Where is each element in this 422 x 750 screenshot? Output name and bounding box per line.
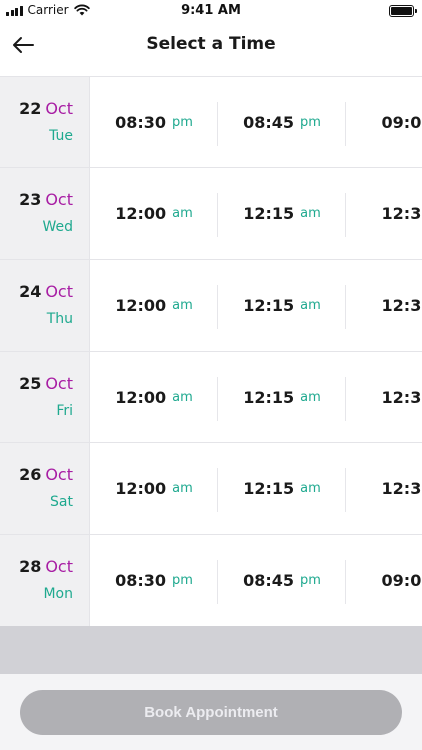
battery-icon (389, 5, 417, 17)
date-label: 28 Oct (19, 557, 73, 576)
weekday-label: Mon (43, 586, 73, 602)
month-label: Oct (45, 557, 73, 576)
date-cell: 26 Oct Sat (0, 443, 90, 534)
date-cell: 24 Oct Thu (0, 260, 90, 351)
slot-time: 08:30 (115, 571, 166, 590)
slot-time: 12:30 (381, 204, 422, 223)
time-slot[interactable]: 12:00 am (90, 443, 218, 534)
time-slot[interactable]: 12:00 am (90, 352, 218, 443)
day-number: 26 (19, 465, 42, 484)
weekday-label: Tue (49, 128, 73, 144)
month-label: Oct (45, 190, 73, 209)
month-label: Oct (45, 374, 73, 393)
slot-period: pm (172, 115, 193, 130)
date-label: 24 Oct (19, 282, 73, 301)
day-row: 25Oct Fri 12:00 am 12:15 am 12:30 (0, 351, 422, 443)
slot-list[interactable]: 12:00 am 12:15 am 12:30 (90, 352, 422, 443)
slot-time: 12:15 (243, 296, 295, 315)
slot-time: 12:15 (243, 204, 295, 223)
time-slot[interactable]: 12:15 am (218, 260, 346, 351)
day-row: 24Oct Thu 12:00 am 12:15 am 12:30 (0, 259, 422, 351)
time-slot[interactable]: 12:30 (346, 260, 422, 351)
date-label: 25 Oct (19, 374, 73, 393)
time-slot[interactable]: 12:15 am (218, 352, 346, 443)
slot-time: 12:00 (115, 388, 167, 407)
weekday-label: Thu (46, 311, 73, 327)
slot-time: 12:00 (115, 296, 167, 315)
slot-list[interactable]: 08:30 pm 08:45 pm 09:00 (90, 77, 422, 168)
page-title: Select a Time (146, 34, 276, 54)
slot-time: 12:15 (243, 388, 295, 407)
nav-bar: Select a Time (0, 22, 422, 76)
slot-period: am (300, 481, 321, 496)
date-cell: 23 Oct Wed (0, 168, 90, 259)
slot-period: am (300, 298, 321, 313)
date-cell: 28 Oct Mon (0, 535, 90, 626)
empty-area (0, 626, 422, 674)
weekday-label: Wed (42, 219, 73, 235)
day-number: 28 (19, 557, 42, 576)
time-slot[interactable]: 12:15 am (218, 168, 346, 259)
day-number: 22 (19, 99, 42, 118)
slot-time: 09:00 (381, 571, 422, 590)
date-cell: 22 Oct Tue (0, 77, 90, 168)
slot-time: 12:30 (381, 388, 422, 407)
slot-time: 12:30 (381, 479, 422, 498)
time-slot[interactable]: 09:00 (346, 535, 422, 626)
slot-period: am (172, 390, 193, 405)
month-label: Oct (45, 282, 73, 301)
slot-period: am (172, 206, 193, 221)
day-row: 26Oct Sat 12:00 am 12:15 am 12:30 (0, 442, 422, 534)
weekday-label: Fri (56, 403, 73, 419)
time-slot[interactable]: 09:00 (346, 77, 422, 168)
time-slot[interactable]: 12:30 (346, 352, 422, 443)
slot-time: 09:00 (381, 113, 422, 132)
slot-time: 12:00 (115, 204, 167, 223)
day-number: 24 (19, 282, 42, 301)
slot-list[interactable]: 12:00 am 12:15 am 12:30 (90, 168, 422, 259)
slot-period: pm (300, 573, 321, 588)
time-slot[interactable]: 08:30 pm (90, 77, 218, 168)
time-slot[interactable]: 12:30 (346, 168, 422, 259)
month-label: Oct (45, 465, 73, 484)
slot-period: pm (300, 115, 321, 130)
time-slot[interactable]: 08:30 pm (90, 535, 218, 626)
date-label: 22 Oct (19, 99, 73, 118)
slot-list[interactable]: 12:00 am 12:15 am 12:30 (90, 260, 422, 351)
time-slot[interactable]: 12:15 am (218, 443, 346, 534)
slot-time: 08:45 (243, 113, 294, 132)
day-number: 25 (19, 374, 42, 393)
slot-time: 08:30 (115, 113, 166, 132)
date-label: 23 Oct (19, 190, 73, 209)
day-number: 23 (19, 190, 42, 209)
time-slot[interactable]: 12:00 am (90, 168, 218, 259)
slot-list[interactable]: 12:00 am 12:15 am 12:30 (90, 443, 422, 534)
slot-period: am (300, 390, 321, 405)
date-cell: 25 Oct Fri (0, 352, 90, 443)
time-slot[interactable]: 12:30 (346, 443, 422, 534)
slot-time: 08:45 (243, 571, 294, 590)
day-row: 28Oct Mon 08:30 pm 08:45 pm 09:00 (0, 534, 422, 626)
status-bar: Carrier 9:41 AM (0, 0, 422, 22)
book-appointment-button[interactable]: Book Appointment (20, 690, 402, 735)
date-label: 26 Oct (19, 465, 73, 484)
slot-period: am (172, 481, 193, 496)
month-label: Oct (45, 99, 73, 118)
slot-time: 12:15 (243, 479, 295, 498)
time-slot[interactable]: 08:45 pm (218, 535, 346, 626)
day-row: 23Oct Wed 12:00 am 12:15 am 12:30 (0, 167, 422, 259)
slot-list[interactable]: 08:30 pm 08:45 pm 09:00 (90, 535, 422, 626)
status-time: 9:41 AM (181, 3, 241, 18)
slot-period: am (300, 206, 321, 221)
slot-time: 12:00 (115, 479, 167, 498)
time-slot[interactable]: 12:00 am (90, 260, 218, 351)
footer: Book Appointment (0, 674, 422, 750)
slot-period: am (172, 298, 193, 313)
day-row: 22Oct Tue 08:30 pm 08:45 pm 09:00 (0, 76, 422, 168)
slot-time: 12:30 (381, 296, 422, 315)
weekday-label: Sat (50, 494, 73, 510)
slot-period: pm (172, 573, 193, 588)
time-slot-grid: 22Oct Tue 08:30pm 08:45pm 09:00 23Oct We… (0, 76, 422, 626)
time-slot[interactable]: 08:45 pm (218, 77, 346, 168)
